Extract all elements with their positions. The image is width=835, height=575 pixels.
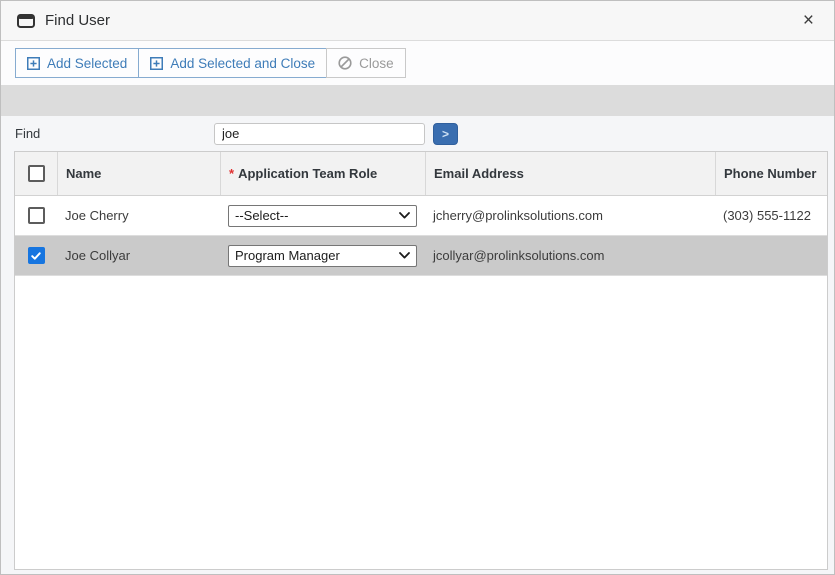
close-button[interactable]: Close (326, 48, 406, 78)
search-input[interactable] (214, 122, 425, 145)
required-asterisk: * (229, 166, 235, 181)
chevron-down-icon (399, 252, 410, 259)
search-label: Find (15, 126, 41, 141)
search-go-button[interactable]: > (433, 122, 458, 145)
close-button-label: Close (359, 55, 394, 71)
dialog-title: Find User (45, 12, 111, 29)
role-cell: Program Manager (220, 236, 425, 275)
select-all-checkbox[interactable] (27, 165, 45, 182)
add-selected-label: Add Selected (47, 55, 128, 71)
add-selected-button[interactable]: Add Selected (15, 48, 140, 78)
row-checkbox[interactable] (27, 247, 45, 264)
dialog-titlebar: Find User × (1, 1, 834, 41)
header-role: * Application Team Role (220, 152, 425, 195)
table-row[interactable]: Joe Collyar Program Manager jcollyar@pro… (15, 236, 827, 276)
phone-cell: (303) 555-1122 (723, 208, 811, 223)
role-cell: --Select-- (220, 196, 425, 235)
row-checkbox-cell (15, 236, 57, 275)
name-cell: Joe Cherry (65, 208, 129, 223)
chevron-down-icon (399, 212, 410, 219)
plus-square-icon (150, 56, 164, 70)
close-icon[interactable]: × (799, 9, 818, 32)
role-select[interactable]: --Select-- (228, 204, 417, 227)
header-band (1, 85, 834, 116)
table-body: Joe Cherry --Select-- jcherry@prolinksol… (15, 196, 827, 276)
plus-square-icon (27, 56, 40, 70)
header-checkbox-cell (15, 152, 57, 195)
role-select[interactable]: Program Manager (228, 244, 417, 267)
users-table: Name * Application Team Role Email Addre… (14, 151, 828, 570)
header-email: Email Address (425, 152, 715, 195)
dialog-toolbar: Add Selected Add Selected and Close Clos… (1, 41, 834, 85)
name-cell: Joe Collyar (65, 248, 131, 263)
add-selected-and-close-button[interactable]: Add Selected and Close (138, 48, 328, 78)
email-cell: jcherry@prolinksolutions.com (433, 208, 603, 223)
search-bar: Find > (1, 116, 834, 151)
row-checkbox-cell (15, 196, 57, 235)
find-user-dialog: Find User × Add Selected Add Selected an… (0, 0, 835, 575)
phone-cell (715, 236, 827, 275)
add-selected-and-close-label: Add Selected and Close (170, 55, 316, 71)
table-header-row: Name * Application Team Role Email Addre… (15, 152, 827, 196)
row-checkbox[interactable] (27, 207, 45, 224)
header-phone: Phone Number (715, 152, 827, 195)
table-row[interactable]: Joe Cherry --Select-- jcherry@prolinksol… (15, 196, 827, 236)
header-name: Name (57, 152, 220, 195)
window-icon (17, 13, 35, 29)
ban-icon (338, 56, 352, 70)
dialog-content: Find > Name * Application Team Role (1, 85, 834, 574)
email-cell: jcollyar@prolinksolutions.com (433, 248, 605, 263)
